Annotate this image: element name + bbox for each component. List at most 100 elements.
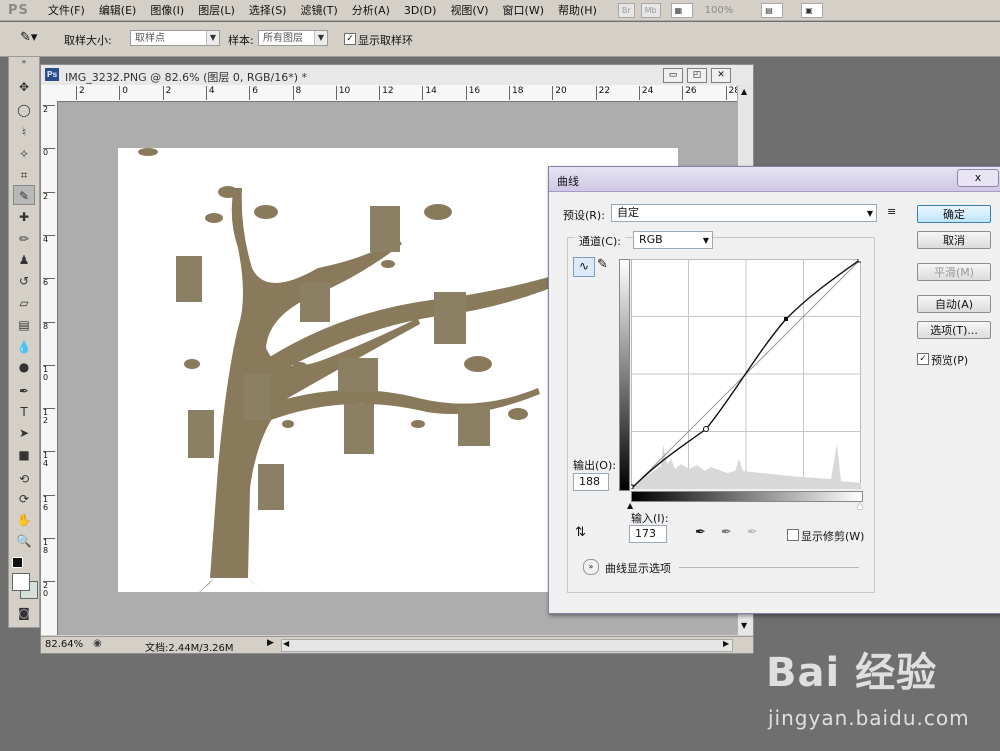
curve-point[interactable] [631,484,634,489]
menu-view[interactable]: 视图(V) [443,2,495,18]
gradient-tool-icon[interactable]: ▤ [13,315,35,335]
curve-point-selected[interactable] [784,317,788,321]
zoom-level[interactable]: 100% [705,5,734,16]
pencil-draw-icon[interactable]: ✎ [597,257,608,272]
view-extras-icon[interactable]: ▦ [670,2,693,18]
foreground-color-swatch[interactable] [12,573,30,591]
scroll-down-icon[interactable]: ▼ [741,621,747,630]
auto-button[interactable]: 自动(A) [917,295,991,313]
curve-point[interactable] [857,259,861,263]
default-colors-icon[interactable] [12,557,23,568]
clone-stamp-tool-icon[interactable]: ♟ [13,250,35,270]
ruler-tick-label: 1 4 [43,451,55,468]
path-selection-tool-icon[interactable]: ➤ [13,423,35,443]
options-button[interactable]: 选项(T)... [917,321,991,339]
curves-dialog: 曲线 x 预设(R): 自定 ▼ ≡ 通道(C): RGB ▼ ∿ ✎ ▲ ▲ … [548,166,1000,614]
marquee-tool-icon[interactable]: ◯ [13,100,35,120]
3d-orbit-tool-icon[interactable]: ⟳ [13,489,35,509]
move-tool-icon[interactable]: ✥ [13,77,35,97]
scroll-up-icon[interactable]: ▲ [741,87,747,96]
eyedropper-preset-icon[interactable]: ✎▾ [20,30,37,45]
expand-options-icon[interactable]: » [583,559,599,575]
cancel-button[interactable]: 取消 [917,231,991,249]
quick-mask-icon[interactable]: ◙ [13,603,35,623]
ok-button[interactable]: 确定 [917,205,991,223]
ruler-tick-label: 1 6 [43,494,55,512]
output-field[interactable]: 188 [573,473,609,491]
status-zoom[interactable]: 82.64% [45,639,83,650]
eraser-tool-icon[interactable]: ▱ [13,293,35,313]
type-tool-icon[interactable]: T [13,402,35,422]
scroll-right-icon[interactable]: ▶ [723,639,729,648]
document-title-bar[interactable]: Ps IMG_3232.PNG @ 82.6% (图层 0, RGB/16*) … [41,65,753,86]
channel-select[interactable]: RGB ▼ [633,231,713,249]
quick-select-tool-icon[interactable]: ✧ [13,144,35,164]
menu-edit[interactable]: 编辑(E) [92,2,144,18]
smooth-button[interactable]: 平滑(M) [917,263,991,281]
sample-size-label: 取样大小: [64,34,112,47]
horizontal-scrollbar[interactable] [281,639,733,652]
eyedropper-tool-icon[interactable]: ✎ [13,185,35,205]
scroll-left-icon[interactable]: ◀ [283,639,289,648]
sample-select[interactable]: 所有图层 ▼ [258,30,328,46]
black-eyedropper-icon[interactable]: ✒ [695,525,706,540]
menu-analysis[interactable]: 分析(A) [345,2,397,18]
close-icon[interactable]: x [957,169,999,187]
preset-label: 预设(R): [563,209,605,222]
menu-filter[interactable]: 滤镜(T) [293,2,344,18]
3d-rotate-tool-icon[interactable]: ⟲ [13,469,35,489]
on-image-adjust-icon[interactable]: ⇅ [575,525,586,540]
menu-select[interactable]: 选择(S) [242,2,294,18]
black-point-slider-icon[interactable]: ▲ [627,501,633,510]
menu-window[interactable]: 窗口(W) [496,2,551,18]
healing-brush-tool-icon[interactable]: ✚ [13,207,35,227]
screen-mode-icon[interactable]: ▣ [801,2,824,18]
close-icon[interactable]: ✕ [711,68,731,83]
lasso-tool-icon[interactable]: ♮ [13,122,35,142]
ruler-tick-label: 22 [595,86,610,100]
history-brush-tool-icon[interactable]: ↺ [13,271,35,291]
app-logo: PS [8,2,29,18]
preset-options-icon[interactable]: ≡ [887,205,896,218]
curve-point[interactable] [703,426,709,432]
dodge-tool-icon[interactable]: ● [13,357,35,377]
mini-bridge-button[interactable]: Mb [640,2,661,18]
options-bar: ✎▾ 取样大小: 取样点 ▼ 样本: 所有图层 ▼ ✓ 显示取样环 [0,22,1000,57]
show-clipping-checkbox[interactable] [787,529,799,541]
menu-help[interactable]: 帮助(H) [551,2,604,18]
crop-tool-icon[interactable]: ⌗ [13,165,35,185]
status-menu-arrow-icon[interactable]: ▶ [267,638,274,648]
white-point-slider-icon[interactable]: ▲ [857,501,863,510]
curves-title-bar[interactable]: 曲线 x [549,167,1000,192]
gray-eyedropper-icon[interactable]: ✒ [721,525,732,540]
minimize-icon[interactable]: ▭ [663,68,683,83]
sample-size-select[interactable]: 取样点 ▼ [130,30,220,46]
hand-tool-icon[interactable]: ✋ [13,510,35,530]
curve-points-icon[interactable]: ∿ [573,257,595,277]
preview-label: 预览(P) [931,354,969,367]
menu-image[interactable]: 图像(I) [143,2,191,18]
ruler-tick-label: 2 0 [43,581,55,598]
show-ring-checkbox[interactable]: ✓ [344,33,356,45]
menu-3d[interactable]: 3D(D) [397,4,444,17]
shape-tool-icon[interactable]: ■ [13,445,35,465]
ruler-tick-label: 6 [43,278,55,287]
input-field[interactable]: 173 [629,525,667,543]
toolbox-collapse-icon[interactable]: » [13,57,35,67]
pen-tool-icon[interactable]: ✒ [13,381,35,401]
preview-checkbox[interactable]: ✓ [917,353,929,365]
output-gradient-bar [619,259,630,491]
curve-display-options-label[interactable]: 曲线显示选项 [605,560,671,576]
white-eyedropper-icon[interactable]: ✒ [747,525,758,540]
restore-icon[interactable]: ◰ [687,68,707,83]
status-info-icon[interactable]: ◉ [93,638,102,649]
bridge-button[interactable]: Br [617,2,635,18]
brush-tool-icon[interactable]: ✏ [13,229,35,249]
menu-layer[interactable]: 图层(L) [191,2,242,18]
curve-graph[interactable] [631,259,861,489]
zoom-tool-icon[interactable]: 🔍 [13,531,35,551]
preset-select[interactable]: 自定 ▼ [611,204,877,222]
blur-tool-icon[interactable]: 💧 [13,337,35,357]
arrange-documents-icon[interactable]: ▤ [761,2,784,18]
menu-file[interactable]: 文件(F) [41,2,92,18]
